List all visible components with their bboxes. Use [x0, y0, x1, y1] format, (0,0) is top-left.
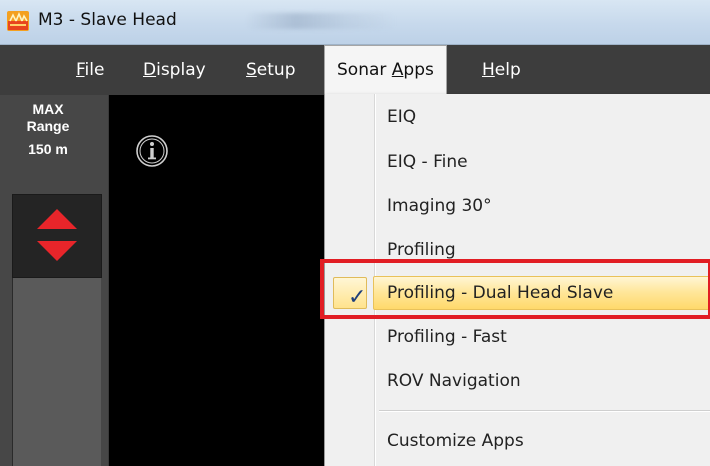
info-icon[interactable]: [135, 134, 169, 168]
menu-sonar-apps[interactable]: Sonar Apps: [324, 45, 447, 94]
menu-display-mnemonic: D: [143, 60, 157, 80]
menu-item-rov-navigation-label: ROV Navigation: [387, 371, 521, 391]
menu-item-profiling-dual-head-slave-label: Profiling - Dual Head Slave: [387, 283, 614, 303]
menu-help[interactable]: Help: [470, 45, 533, 95]
checkmark-icon: ✓: [348, 285, 367, 310]
left-control-panel: MAX Range 150 m: [0, 95, 108, 466]
menu-item-profiling-fast[interactable]: Profiling - Fast: [325, 316, 710, 358]
sonar-apps-dropdown: EIQ EIQ - Fine Imaging 30° Profiling ✓ P…: [324, 94, 710, 466]
menu-sonar-apps-mnemonic: A: [391, 60, 404, 80]
menu-sonar-apps-label-pre: Sonar: [337, 60, 392, 80]
menu-display-label-post: isplay: [156, 60, 206, 80]
menu-item-eiq-fine[interactable]: EIQ - Fine: [325, 141, 710, 183]
menu-item-customize-apps[interactable]: Customize Apps: [325, 420, 710, 462]
menu-setup-label-post: etup: [256, 60, 296, 80]
menu-bar: File Display Setup Sonar Apps Help: [0, 45, 710, 95]
menu-item-eiq-label: EIQ: [387, 107, 417, 127]
menu-item-profiling-fast-label: Profiling - Fast: [387, 327, 507, 347]
menu-sonar-apps-label-post: pps: [403, 60, 434, 80]
obscured-title-text: [246, 13, 396, 29]
range-up-down-arrows-icon[interactable]: [13, 195, 101, 277]
range-slider-track[interactable]: [12, 278, 101, 466]
app-logo-icon: [7, 11, 29, 31]
menu-item-eiq[interactable]: EIQ: [325, 96, 710, 138]
menu-setup-mnemonic: S: [246, 60, 257, 80]
menu-item-profiling-dual-head-slave[interactable]: ✓ Profiling - Dual Head Slave: [325, 272, 710, 314]
max-range-readout: MAX Range 150 m: [0, 101, 96, 158]
menu-separator: [379, 410, 710, 411]
range-label: Range: [26, 118, 70, 134]
menu-display[interactable]: Display: [131, 45, 218, 95]
check-box: ✓: [333, 277, 367, 310]
menu-item-profiling-label: Profiling: [387, 240, 456, 260]
menu-file-label-post: ile: [84, 60, 105, 80]
menu-item-eiq-fine-label: EIQ - Fine: [387, 152, 468, 172]
menu-item-imaging-30[interactable]: Imaging 30°: [325, 185, 710, 227]
menu-file-mnemonic: F: [76, 60, 85, 80]
menu-item-rov-navigation[interactable]: ROV Navigation: [325, 360, 710, 402]
title-bar: M3 - Slave Head: [0, 0, 710, 45]
max-range-label: MAX: [32, 101, 64, 117]
menu-item-customize-apps-label: Customize Apps: [387, 431, 524, 451]
range-adjust-control[interactable]: [12, 194, 102, 278]
menu-file[interactable]: File: [64, 45, 116, 95]
window-title: M3 - Slave Head: [38, 10, 177, 30]
menu-item-imaging-30-label: Imaging 30°: [387, 196, 492, 216]
menu-setup[interactable]: Setup: [234, 45, 308, 95]
menu-help-mnemonic: H: [482, 60, 495, 80]
menu-help-label-post: elp: [494, 60, 521, 80]
range-value: 150 m: [28, 141, 68, 157]
menu-item-profiling[interactable]: Profiling: [325, 229, 710, 271]
